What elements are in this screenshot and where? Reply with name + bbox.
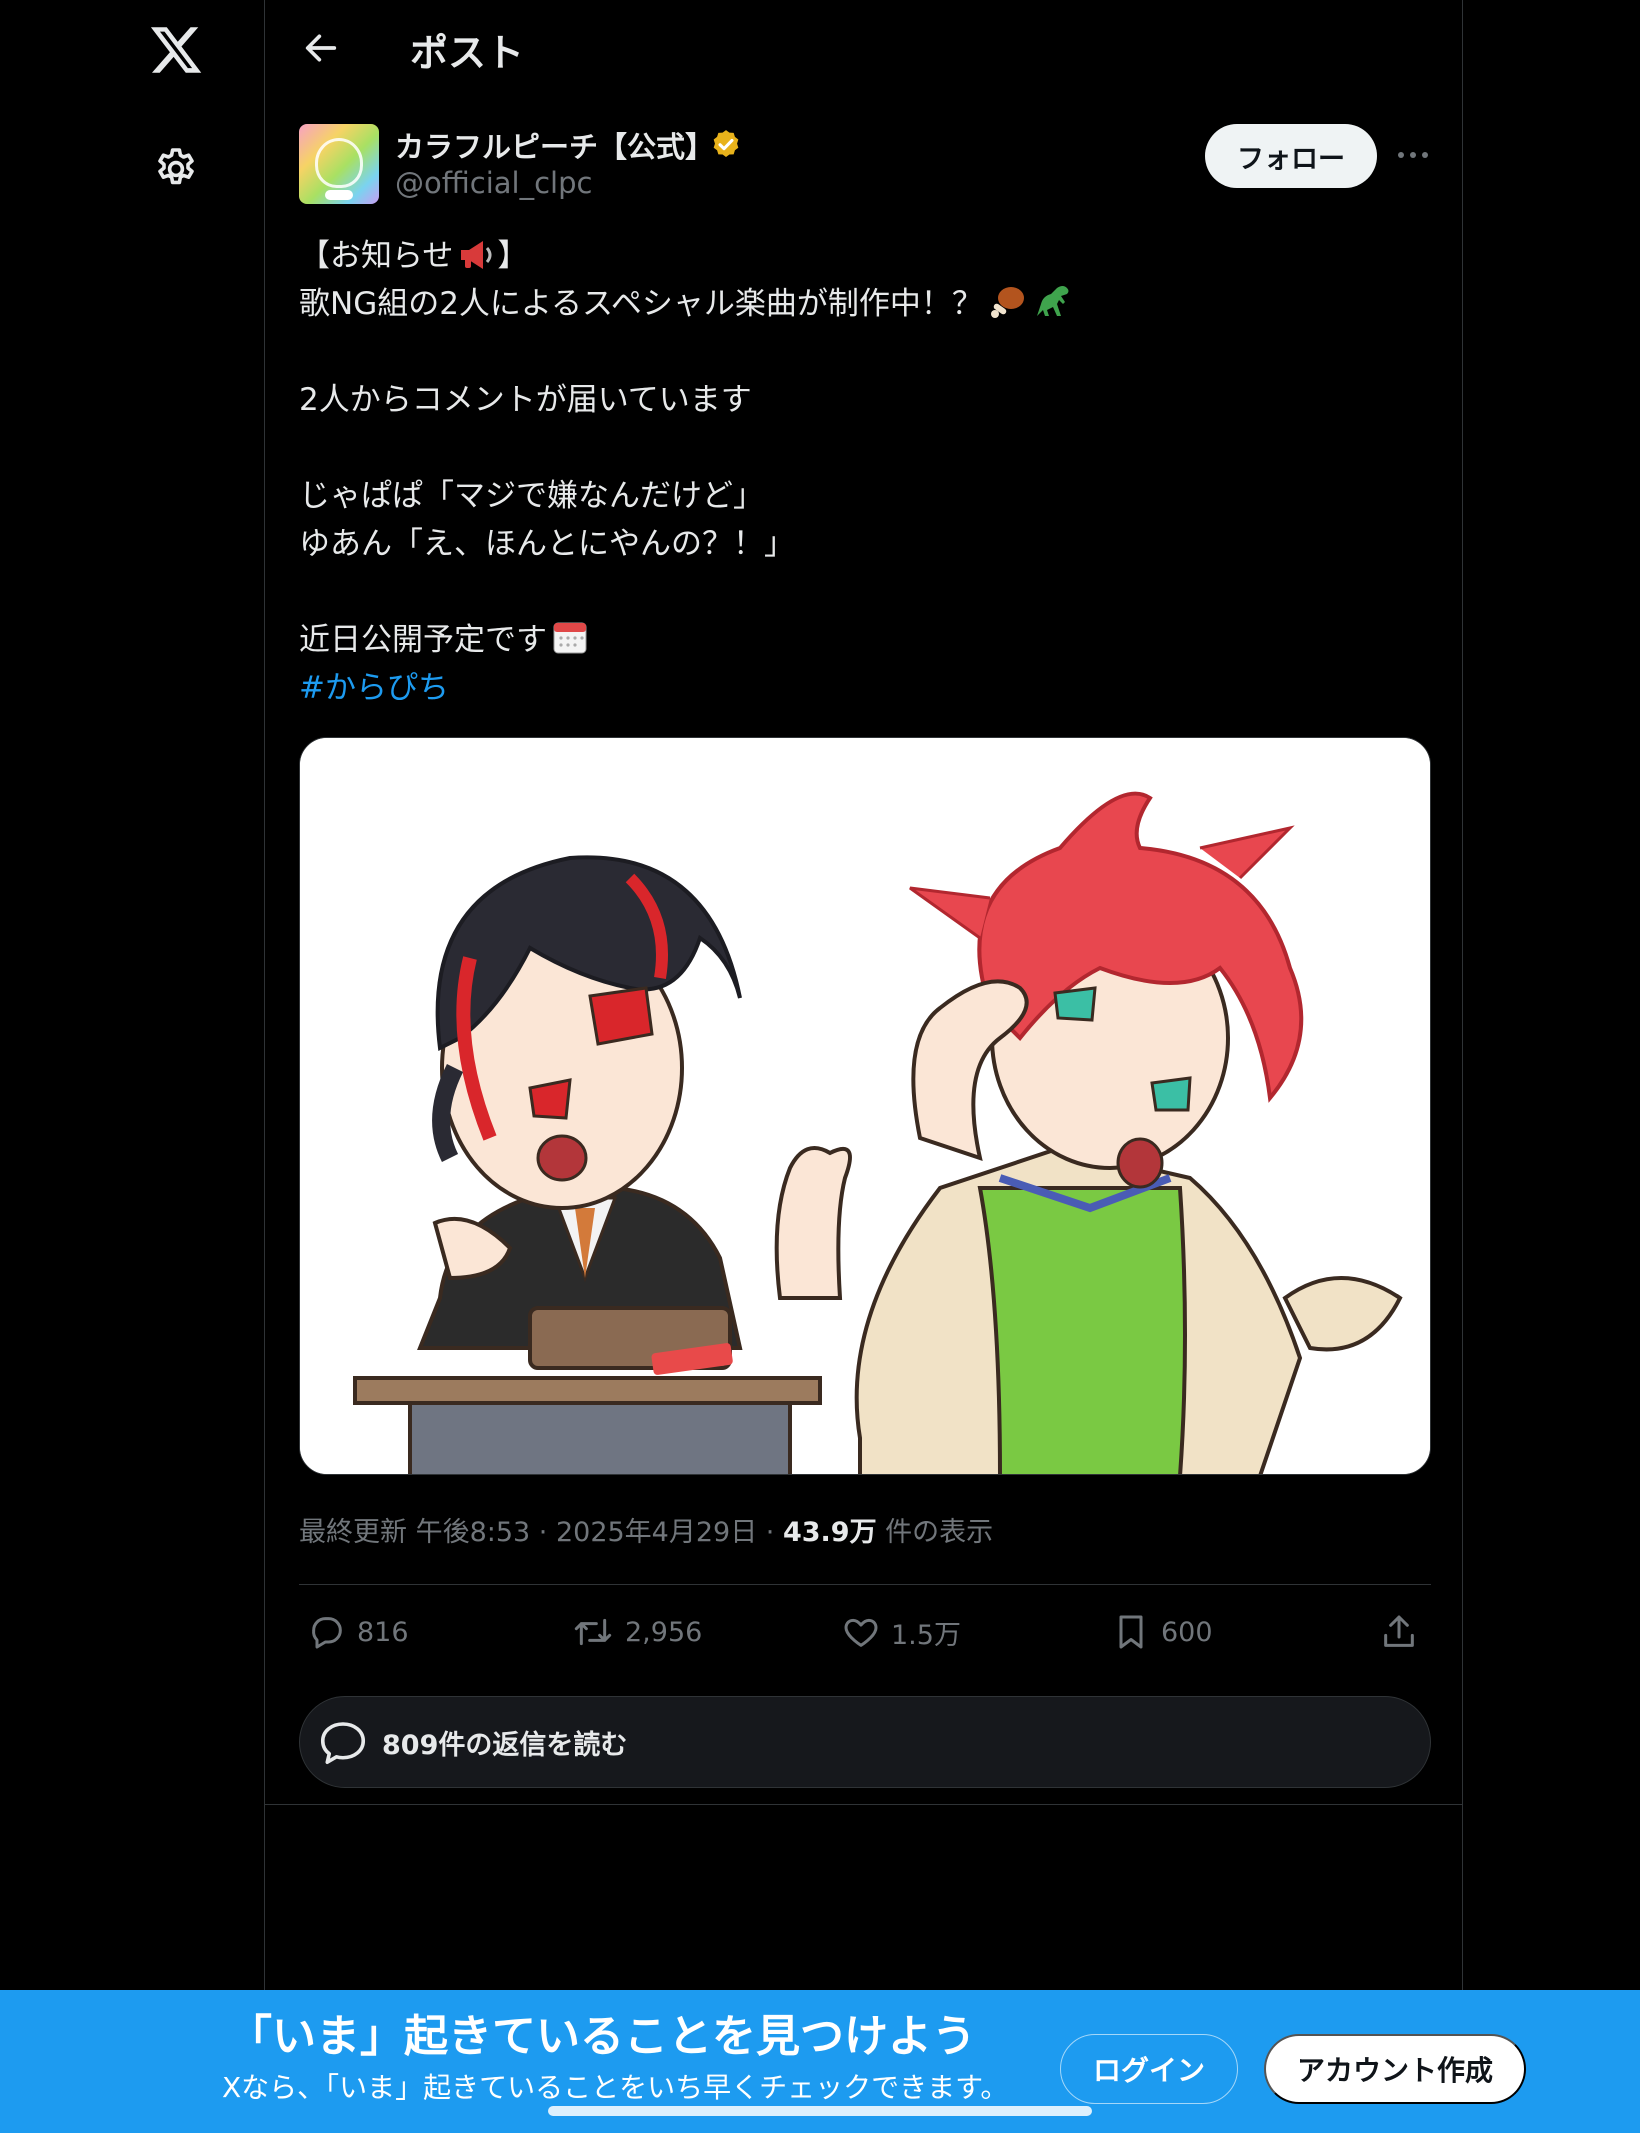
illustration-image bbox=[300, 738, 1430, 1474]
drumstick-icon bbox=[990, 287, 1024, 318]
heart-icon bbox=[844, 1618, 878, 1647]
post-meta: 最終更新 午後8:53 · 2025年4月29日 · 43.9万 件の表示 bbox=[299, 1517, 994, 1548]
megaphone-icon bbox=[461, 241, 492, 269]
page-title: ポスト bbox=[410, 31, 525, 75]
x-logo-icon[interactable] bbox=[148, 22, 204, 78]
gear-icon[interactable] bbox=[152, 145, 200, 193]
reply-bubble-icon bbox=[320, 1722, 366, 1765]
post-text: 【お知らせ】 歌NG組の2人によるスペシャル楽曲が制作中！？ 2人からコメントが… bbox=[299, 232, 1419, 712]
post-line: 歌NG組の2人によるスペシャル楽曲が制作中！？ bbox=[299, 280, 1419, 328]
main-column: ポスト カラフルピーチ【公式】 @official_clpc フォロー 【お知ら… bbox=[264, 0, 1463, 2133]
sidebar bbox=[0, 0, 264, 2133]
banner-subtitle: Xなら、「いま」起きていることをいち早くチェックできます。 bbox=[222, 2071, 1009, 2104]
more-options-icon[interactable] bbox=[1391, 140, 1435, 170]
dinosaur-icon bbox=[1036, 286, 1069, 316]
reply-button[interactable]: 816 bbox=[307, 1600, 409, 1664]
view-count: 43.9万 bbox=[782, 1517, 877, 1548]
post-line: 2人からコメントが届いています bbox=[299, 382, 752, 418]
top-bar: ポスト bbox=[265, 0, 1462, 96]
divider bbox=[299, 1584, 1431, 1585]
home-indicator bbox=[548, 2106, 1092, 2116]
bookmark-button[interactable]: 600 bbox=[1111, 1600, 1213, 1664]
post-image[interactable] bbox=[299, 737, 1431, 1475]
reply-icon bbox=[312, 1617, 342, 1649]
calendar-icon bbox=[553, 622, 587, 654]
repost-button[interactable]: 2,956 bbox=[571, 1600, 702, 1664]
divider bbox=[265, 1804, 1462, 1805]
post-line: 近日公開予定です bbox=[299, 616, 1419, 664]
read-replies-button[interactable]: 809件の返信を読む bbox=[299, 1696, 1431, 1788]
follow-button[interactable]: フォロー bbox=[1205, 124, 1377, 188]
share-icon bbox=[1384, 1615, 1414, 1647]
avatar[interactable] bbox=[299, 124, 379, 204]
repost-icon bbox=[574, 1618, 612, 1646]
hashtag-link[interactable]: #からぴち bbox=[299, 664, 1419, 712]
author-handle[interactable]: @official_clpc bbox=[395, 166, 592, 200]
post-line: ゆあん「え、ほんとにやんの？！」 bbox=[299, 526, 795, 562]
post-line: 【お知らせ】 bbox=[299, 238, 529, 274]
bookmark-icon bbox=[1119, 1615, 1143, 1649]
login-button[interactable]: ログイン bbox=[1060, 2034, 1238, 2104]
create-account-button[interactable]: アカウント作成 bbox=[1264, 2034, 1526, 2104]
back-arrow-icon[interactable] bbox=[301, 28, 341, 68]
share-button[interactable] bbox=[1379, 1600, 1429, 1664]
author-name[interactable]: カラフルピーチ【公式】 bbox=[395, 124, 714, 166]
banner-title: 「いま」起きていることを見つけよう bbox=[228, 2011, 976, 2062]
like-button[interactable]: 1.5万 bbox=[841, 1600, 961, 1664]
verified-badge-icon bbox=[713, 130, 739, 158]
action-bar: 816 2,956 1.5万 600 bbox=[299, 1600, 1431, 1664]
post-line: じゃぱぱ「マジで嫌なんだけど」 bbox=[299, 478, 764, 514]
